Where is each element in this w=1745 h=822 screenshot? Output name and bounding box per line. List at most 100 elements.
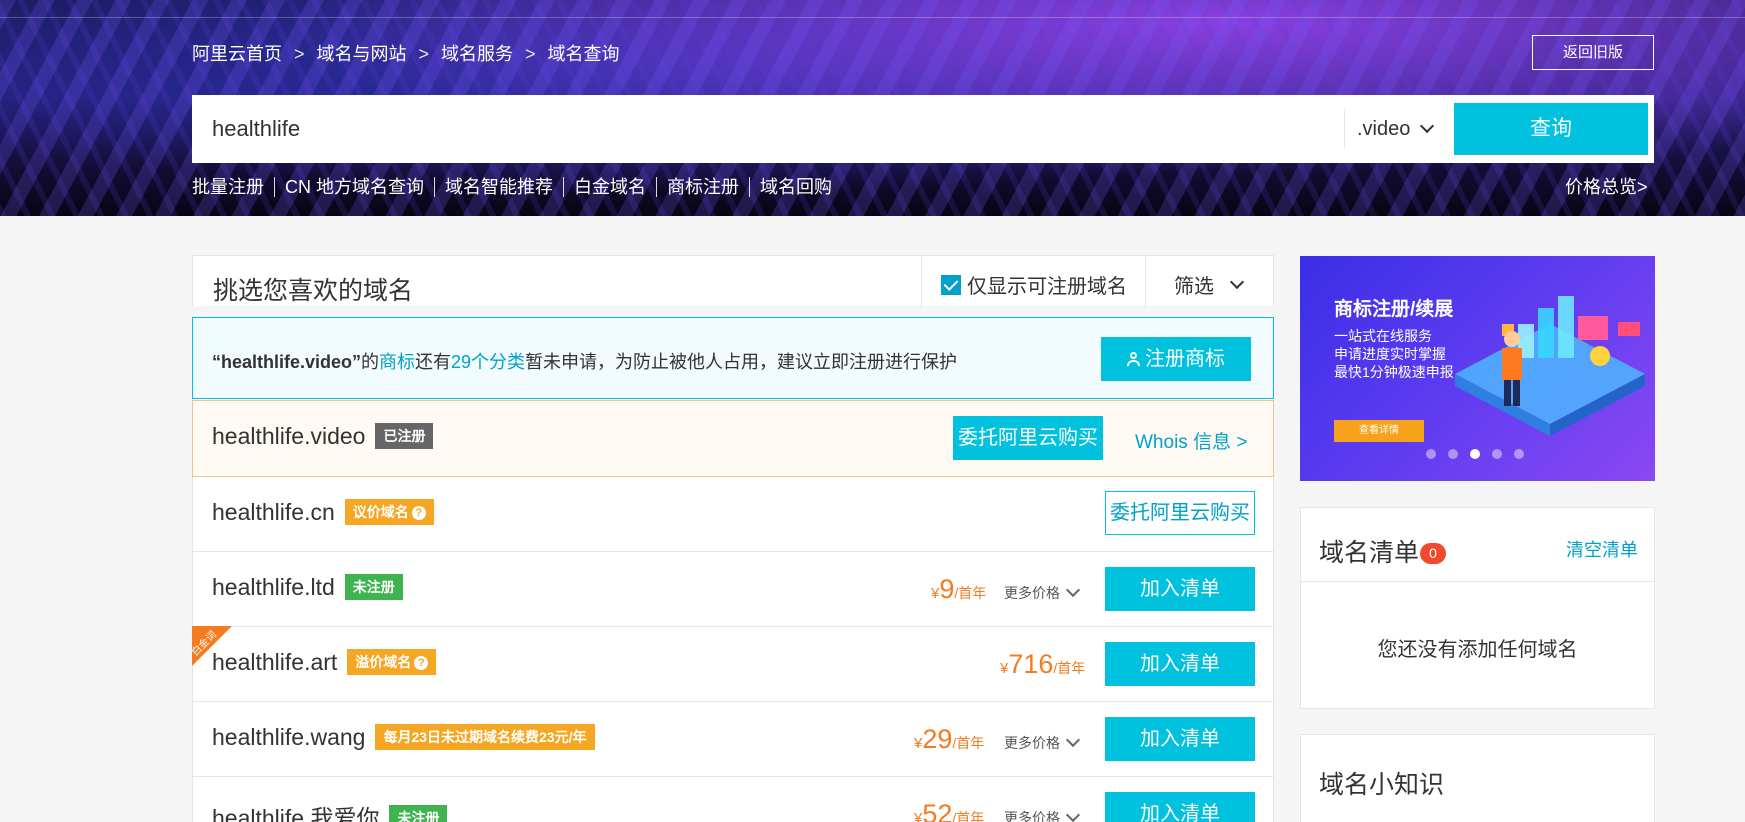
- header-divider: [1145, 256, 1146, 307]
- add-to-list-button[interactable]: 加入清单: [1105, 792, 1255, 822]
- more-prices-dropdown[interactable]: 更多价格: [1004, 807, 1081, 822]
- banner-line: 申请进度实时掌握: [1334, 346, 1446, 362]
- chevron-down-icon: [1065, 582, 1081, 598]
- price: ¥716/首年: [1000, 649, 1085, 680]
- promo-badge: 每月23日未过期域名续费23元/年: [375, 724, 595, 750]
- breadcrumb-separator: >: [525, 44, 536, 64]
- price-value: 52: [922, 799, 953, 822]
- only-available-label: 仅显示可注册域名: [967, 276, 1127, 298]
- carousel-dot[interactable]: [1448, 449, 1458, 459]
- breadcrumb-separator: >: [418, 44, 430, 64]
- banner-line: 一站式在线服务: [1334, 328, 1432, 344]
- status-badge: 议价域名?: [344, 499, 434, 525]
- breadcrumb-home-link[interactable]: 阿里云首页: [192, 40, 282, 66]
- domain-name-text: healthlife.我爱你: [212, 805, 380, 822]
- domain-name: healthlife.cn 议价域名?: [212, 499, 434, 526]
- breadcrumb-separator: >: [294, 44, 305, 64]
- trademark-link[interactable]: 商标: [379, 352, 415, 372]
- trademark-notice-domain: “healthlife.video”: [212, 352, 362, 372]
- banner-line: 最快1分钟极速申报: [1334, 364, 1454, 380]
- filter-label: 筛选: [1174, 276, 1214, 298]
- breadcrumb-domain-website-link[interactable]: 域名与网站: [317, 40, 407, 66]
- price-unit: /首年: [954, 585, 987, 601]
- more-prices-dropdown[interactable]: 更多价格: [1004, 582, 1081, 603]
- status-badge: 未注册: [389, 805, 448, 822]
- add-to-list-button[interactable]: 加入清单: [1105, 567, 1255, 611]
- domain-name-text: healthlife.cn: [212, 499, 335, 525]
- filter-dropdown[interactable]: 筛选: [1174, 270, 1245, 299]
- carousel-dot[interactable]: [1492, 449, 1502, 459]
- notice-text: 还有: [415, 352, 452, 372]
- breadcrumb: 阿里云首页 > 域名与网站 > 域名服务 > 域名查询: [192, 40, 620, 66]
- status-badge-text: 溢价域名: [355, 654, 412, 670]
- quick-link-smart-recommend[interactable]: 域名智能推荐: [434, 177, 563, 197]
- header-divider: [921, 256, 922, 307]
- clear-cart-link[interactable]: 清空清单: [1566, 536, 1638, 562]
- search-button[interactable]: 查询: [1454, 103, 1648, 155]
- price: ¥9/首年: [931, 574, 986, 605]
- search-hero: 阿里云首页 > 域名与网站 > 域名服务 > 域名查询 返回旧版 .video 查询 批量注…: [0, 0, 1745, 216]
- domain-search-input[interactable]: [192, 95, 1344, 163]
- chevron-down-icon: [1420, 118, 1435, 134]
- price-unit: /首年: [1053, 660, 1086, 676]
- only-available-toggle[interactable]: 仅显示可注册域名: [941, 270, 1127, 299]
- domain-row: healthlife.ltd 未注册 ¥9/首年 更多价格 加入清单: [192, 552, 1274, 627]
- quick-link-platinum[interactable]: 白金域名: [563, 177, 656, 197]
- domain-row: 白金词 healthlife.art 溢价域名? ¥716/首年 加入清单: [192, 626, 1274, 702]
- domain-name-text: healthlife.ltd: [212, 574, 335, 600]
- domain-name: healthlife.我爱你 未注册: [212, 799, 448, 822]
- trademark-categories-link[interactable]: 29个分类: [451, 352, 525, 372]
- delegate-purchase-button[interactable]: 委托阿里云购买: [1105, 491, 1255, 535]
- domain-name-text: healthlife.video: [212, 423, 366, 449]
- cart-count-badge: 0: [1420, 543, 1447, 564]
- price: ¥52/首年: [914, 799, 984, 822]
- cart-title-text: 域名清单: [1319, 539, 1420, 567]
- status-badge-text: 议价域名: [352, 504, 409, 520]
- price-value: 716: [1008, 649, 1054, 679]
- more-prices-dropdown[interactable]: 更多价格: [1004, 732, 1081, 753]
- domain-name-text: healthlife.art: [212, 649, 338, 675]
- quick-link-trademark[interactable]: 商标注册: [656, 177, 749, 197]
- carousel-dot-active[interactable]: [1470, 449, 1480, 459]
- whois-info-link[interactable]: Whois 信息 >: [1135, 427, 1247, 454]
- user-icon: [1127, 352, 1141, 366]
- quick-link-cn-local[interactable]: CN 地方域名查询: [274, 177, 434, 197]
- quick-link-bulk-register[interactable]: 批量注册: [192, 177, 274, 197]
- register-trademark-button[interactable]: 注册商标: [1101, 337, 1251, 381]
- carousel-dot[interactable]: [1514, 449, 1524, 459]
- quick-link-buyback[interactable]: 域名回购: [749, 177, 842, 197]
- breadcrumb-current: 域名查询: [547, 44, 620, 64]
- question-icon[interactable]: ?: [414, 656, 429, 670]
- return-old-version-button[interactable]: 返回旧版: [1532, 35, 1654, 70]
- carousel-dot[interactable]: [1426, 449, 1436, 459]
- domain-name: healthlife.wang 每月23日未过期域名续费23元/年: [212, 724, 595, 751]
- add-to-list-button[interactable]: 加入清单: [1105, 642, 1255, 686]
- cart-header: 域名清单 0 清空清单: [1301, 508, 1654, 582]
- only-available-checkbox[interactable]: [941, 274, 961, 295]
- status-badge: 溢价域名?: [347, 649, 437, 675]
- add-to-list-button[interactable]: 加入清单: [1105, 717, 1255, 761]
- suffix-select[interactable]: .video: [1345, 95, 1445, 163]
- domain-row: healthlife.wang 每月23日未过期域名续费23元/年 ¥29/首年 …: [192, 702, 1274, 777]
- status-badge: 未注册: [344, 574, 403, 600]
- banner-view-details-button[interactable]: 查看详情: [1334, 420, 1424, 442]
- delegate-purchase-button[interactable]: 委托阿里云购买: [953, 416, 1103, 460]
- domain-knowledge-card: 域名小知识: [1300, 734, 1655, 822]
- breadcrumb-domain-service-link[interactable]: 域名服务: [441, 40, 513, 66]
- price-value: 29: [922, 724, 953, 754]
- domain-search-bar: .video 查询: [192, 95, 1654, 163]
- domain-name-text: healthlife.wang: [212, 724, 366, 750]
- trademark-promo-banner[interactable]: 商标注册/续展 一站式在线服务 申请进度实时掌握 最快1分钟极速申报 查看详情: [1300, 256, 1655, 481]
- price-overview-link[interactable]: 价格总览>: [1565, 177, 1648, 197]
- price: ¥29/首年: [914, 724, 984, 755]
- results-header: 挑选您喜欢的域名 仅显示可注册域名 筛选: [192, 255, 1274, 307]
- notice-text: 暂未申请，为防止被他人占用，建议立即注册进行保护: [525, 352, 958, 372]
- domain-row: healthlife.video 已注册 委托阿里云购买 Whois 信息 >: [192, 400, 1274, 477]
- trademark-notice: “healthlife.video”的商标还有29个分类暂未申请，为防止被他人占…: [192, 317, 1274, 399]
- domain-row: healthlife.我爱你 未注册 ¥52/首年 更多价格 加入清单: [192, 777, 1274, 822]
- chevron-down-icon: [1065, 732, 1081, 748]
- banner-title: 商标注册/续展: [1334, 299, 1454, 320]
- register-trademark-label: 注册商标: [1145, 348, 1225, 370]
- question-icon[interactable]: ?: [411, 506, 426, 520]
- suffix-select-value: .video: [1357, 117, 1411, 140]
